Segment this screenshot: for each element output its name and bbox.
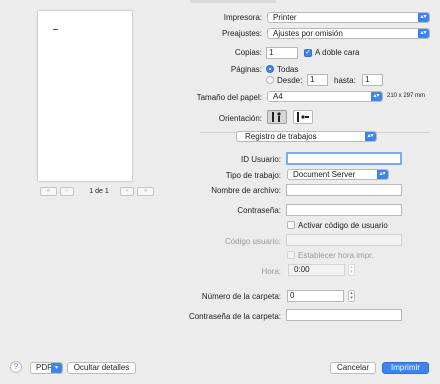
help-icon: ? — [13, 362, 19, 371]
time-label: Hora: — [261, 267, 281, 276]
presets-label: Preajustes: — [221, 29, 262, 38]
pages-all-radio[interactable] — [266, 65, 274, 73]
next-page-button[interactable]: › — [120, 187, 134, 196]
preview-text-mark — [53, 29, 58, 30]
printer-select[interactable]: Printer ▴▾ — [267, 12, 430, 23]
user-code-check-label: Activar código de usuario — [298, 221, 388, 230]
dropdown-arrows-icon: ▴▾ — [371, 92, 382, 101]
paper-size-label: Tamaño del papel: — [196, 93, 262, 102]
prev-page-button[interactable]: ‹ — [60, 187, 74, 196]
password-label: Contraseña: — [237, 206, 281, 215]
folder-number-stepper[interactable]: ▴ ▾ — [348, 290, 355, 302]
pages-from-field[interactable]: 1 — [307, 74, 328, 86]
job-type-select[interactable]: Document Server ▴▾ — [287, 169, 389, 180]
set-time-check-label: Establecer hora impr. — [298, 251, 374, 260]
pages-range-radio[interactable] — [266, 76, 274, 84]
printer-label: Impresora: — [223, 13, 262, 22]
pages-to-label: hasta: — [334, 76, 356, 85]
paper-dimensions: 210 x 297 mm — [387, 93, 426, 99]
user-id-field[interactable] — [286, 152, 402, 165]
duplex-checkbox[interactable]: ✓ — [304, 49, 312, 57]
set-time-checkbox[interactable] — [287, 251, 295, 259]
printer-value: Printer — [273, 13, 297, 22]
user-id-label: ID Usuario: — [240, 155, 281, 164]
copies-field[interactable]: 1 — [266, 47, 298, 59]
dropdown-arrows-icon: ▴▾ — [418, 13, 429, 22]
checkmark-icon: ✓ — [305, 49, 311, 56]
password-field[interactable] — [286, 204, 402, 216]
hide-details-button[interactable]: Ocultar detalles — [67, 362, 136, 374]
sheet-top-tab — [190, 0, 276, 3]
section-value: Registro de trabajos — [245, 132, 317, 141]
presets-value: Ajustes por omisión — [273, 29, 343, 38]
paper-size-select[interactable]: A4 ▴▾ — [267, 91, 383, 102]
last-page-button[interactable]: » — [137, 187, 154, 196]
portrait-orientation-button[interactable] — [267, 110, 287, 124]
print-button[interactable]: Imprimir — [382, 362, 429, 374]
folder-number-label: Número de la carpeta: — [201, 292, 281, 301]
user-code-field[interactable] — [286, 234, 402, 246]
portrait-orientation-icon — [272, 112, 281, 122]
page-counter: 1 de 1 — [89, 188, 109, 195]
chevron-down-icon: ▾ — [51, 363, 62, 373]
pages-from-label: Desde: — [277, 76, 303, 85]
job-type-value: Document Server — [293, 170, 356, 179]
user-code-label: Código usuario: — [224, 237, 281, 246]
file-name-field[interactable] — [286, 184, 402, 196]
folder-password-field[interactable] — [286, 309, 402, 321]
pdf-menu-button[interactable]: PDF ▾ — [30, 362, 63, 374]
orientation-label: Orientación: — [218, 114, 262, 123]
file-name-label: Nombre de archivo: — [211, 186, 281, 195]
pages-to-field[interactable]: 1 — [362, 74, 383, 86]
copies-label: Copias: — [234, 48, 262, 57]
folder-number-field[interactable]: 0 — [287, 290, 344, 302]
landscape-orientation-icon — [297, 112, 309, 122]
cancel-button[interactable]: Cancelar — [330, 362, 376, 374]
folder-password-label: Contraseña de la carpeta: — [188, 312, 281, 321]
duplex-label: A doble cara — [315, 48, 360, 57]
user-code-checkbox[interactable] — [287, 221, 295, 229]
first-page-button[interactable]: « — [40, 187, 57, 196]
time-field[interactable]: 0:00 — [288, 264, 345, 276]
time-stepper[interactable]: ▴ ▾ — [348, 264, 355, 276]
section-select[interactable]: Registro de trabajos ▴▾ — [236, 131, 377, 142]
dropdown-arrows-icon: ▴▾ — [418, 29, 429, 38]
pages-all-label: Todas — [277, 65, 299, 74]
paper-size-value: A4 — [273, 92, 283, 101]
presets-select[interactable]: Ajustes por omisión ▴▾ — [267, 28, 430, 39]
dropdown-arrows-icon: ▴▾ — [377, 170, 388, 179]
page-preview — [38, 11, 132, 181]
pdf-label: PDF — [36, 363, 52, 372]
landscape-orientation-button[interactable] — [293, 110, 313, 124]
job-type-label: Tipo de trabajo: — [225, 171, 281, 180]
dropdown-arrows-icon: ▴▾ — [365, 132, 376, 141]
pages-label: Páginas: — [230, 65, 262, 74]
help-button[interactable]: ? — [10, 361, 22, 373]
